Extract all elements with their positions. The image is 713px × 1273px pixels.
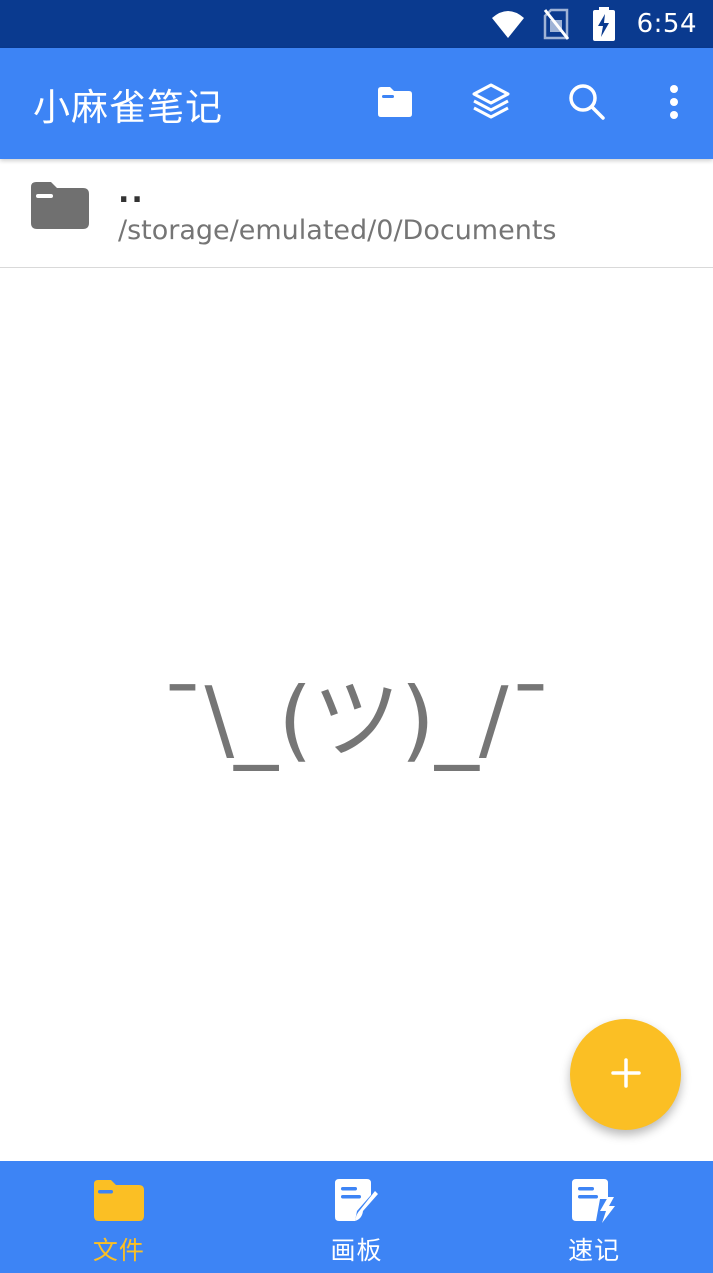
nav-item-files[interactable]: 文件 [0, 1161, 238, 1273]
folder-icon [376, 86, 414, 122]
status-time: 6:54 [636, 9, 697, 39]
status-bar: 6:54 [0, 0, 713, 48]
app-bar-actions [347, 48, 713, 159]
folder-icon [93, 1177, 144, 1223]
layers-icon [471, 83, 511, 125]
layers-button[interactable] [443, 48, 539, 159]
nav-item-sketch[interactable]: 画板 [238, 1161, 476, 1273]
plus-icon [610, 1057, 641, 1092]
more-options-button[interactable] [635, 48, 713, 159]
no-sim-icon [539, 7, 573, 41]
search-icon [568, 83, 606, 125]
parent-directory-label: .. [118, 175, 145, 210]
parent-directory-row[interactable]: .. /storage/emulated/0/Documents [0, 159, 713, 268]
add-button[interactable] [570, 1019, 681, 1130]
current-path: /storage/emulated/0/Documents [118, 215, 557, 246]
bottom-navigation: 文件 画板 速记 [0, 1161, 713, 1273]
nav-label: 速记 [568, 1236, 621, 1265]
nav-label: 文件 [92, 1236, 145, 1265]
empty-state-shrug: ¯\_(ツ)_/¯ [160, 668, 553, 771]
folder-icon [31, 181, 89, 229]
search-button[interactable] [539, 48, 635, 159]
more-vert-icon [669, 84, 679, 124]
quick-note-icon [569, 1177, 619, 1223]
folder-button[interactable] [347, 48, 443, 159]
wifi-icon [491, 7, 525, 41]
nav-label: 画板 [330, 1236, 383, 1265]
nav-item-quick-note[interactable]: 速记 [475, 1161, 713, 1273]
app-bar: 小麻雀笔记 [0, 48, 713, 159]
battery-charging-icon [587, 7, 621, 41]
sketch-note-icon [332, 1177, 382, 1223]
app-title: 小麻雀笔记 [33, 85, 223, 129]
